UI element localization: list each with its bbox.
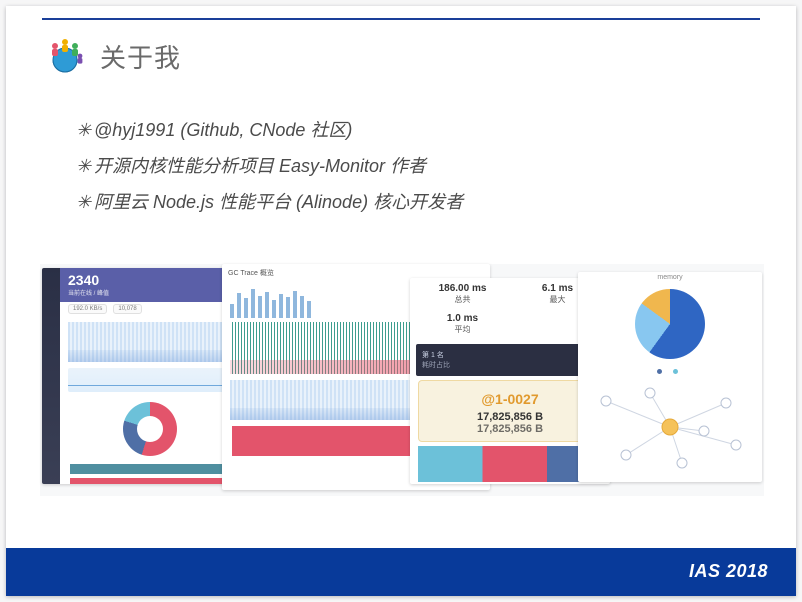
panel-label: memory: [578, 272, 762, 281]
kpi-cell: 186.00 ms总共: [416, 280, 509, 308]
asterisk-icon: ✳: [76, 184, 94, 220]
rank-title: 第 1 名: [422, 350, 598, 360]
rank-sub: 耗时占比: [422, 360, 598, 370]
sidebar-strip: [42, 268, 60, 484]
stat-chip: 192.0 KB/s: [68, 304, 107, 314]
highlight-card: @1-0027 17,825,856 B 17,825,856 B: [418, 380, 602, 442]
bullet-text: 阿里云 Node.js 性能平台 (Alinode) 核心开发者: [94, 184, 463, 220]
bullet-list: ✳ @hyj1991 (Github, CNode 社区) ✳ 开源内核性能分析…: [76, 112, 463, 220]
donut-chart: [123, 402, 177, 456]
bullet-item: ✳ 阿里云 Node.js 性能平台 (Alinode) 核心开发者: [76, 184, 463, 220]
bullet-text: 开源内核性能分析项目 Easy-Monitor 作者: [94, 148, 426, 184]
panel-heading-text: GC Trace 概览: [228, 268, 274, 278]
highlight-value: 17,825,856 B: [423, 423, 597, 435]
screenshot-gallery: 2340 当前在线 / 峰值 192.0 KB/s 10,078: [40, 264, 764, 496]
stacked-bar: [418, 446, 602, 482]
bullet-item: ✳ 开源内核性能分析项目 Easy-Monitor 作者: [76, 148, 463, 184]
event-logo: [42, 32, 88, 78]
slide-title: 关于我: [100, 38, 181, 75]
highlight-value: 17,825,856 B: [423, 411, 597, 423]
asterisk-icon: ✳: [76, 148, 94, 184]
page-root: 关于我 ✳ @hyj1991 (Github, CNode 社区) ✳ 开源内核…: [0, 0, 802, 602]
dashboard-screenshot-4: memory: [578, 272, 762, 482]
legend: [578, 367, 762, 377]
stat-chip: 10,078: [113, 304, 141, 314]
globe-people-icon: [42, 32, 88, 78]
bullet-text: @hyj1991 (Github, CNode 社区): [94, 112, 352, 148]
highlight-id: @1-0027: [423, 387, 597, 411]
network-graph: [586, 383, 754, 471]
slide-sheet: 关于我 ✳ @hyj1991 (Github, CNode 社区) ✳ 开源内核…: [6, 6, 796, 596]
legend-item: [657, 369, 667, 375]
rank-card: 第 1 名 耗时占比: [416, 344, 604, 376]
footer-label: IAS 2018: [689, 561, 768, 582]
asterisk-icon: ✳: [76, 112, 94, 148]
footer-bar: IAS 2018: [6, 548, 796, 596]
kpi-cell: 1.0 ms平均: [416, 310, 509, 338]
pie-chart: [635, 289, 705, 359]
top-divider: [42, 18, 760, 20]
bullet-item: ✳ @hyj1991 (Github, CNode 社区): [76, 112, 463, 148]
legend-item: [673, 369, 683, 375]
